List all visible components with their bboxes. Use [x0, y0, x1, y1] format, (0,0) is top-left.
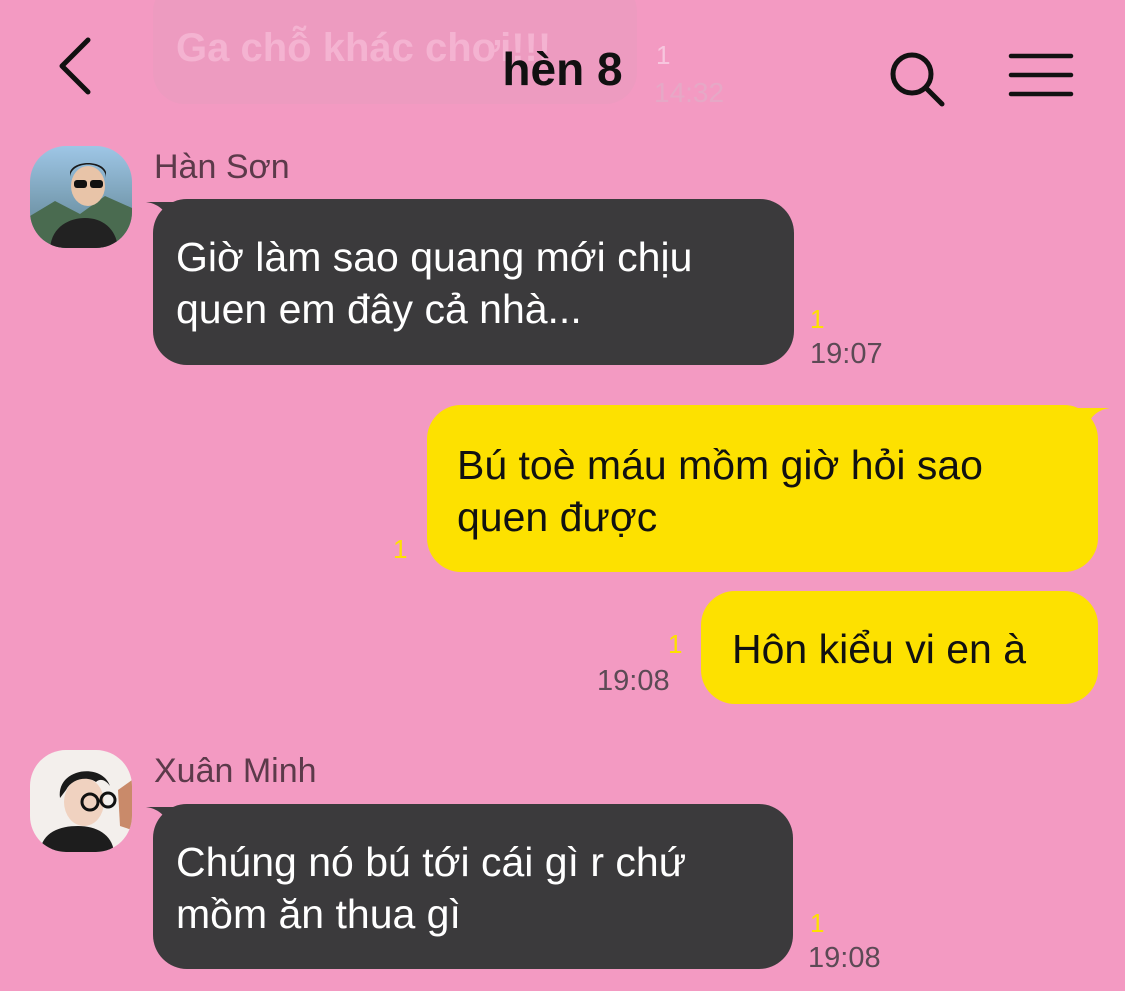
message-line: quen em đây cả nhà... [176, 286, 582, 332]
message-line: Giờ làm sao quang mới chịu [176, 234, 693, 280]
read-count: 1 [393, 534, 408, 564]
message-bubble[interactable]: Chúng nó bú tới cái gì r chứ mồm ăn thua… [153, 804, 793, 969]
message-line: Bú toè máu mồm giờ hỏi sao [457, 442, 983, 488]
message-bubble[interactable]: Bú toè máu mồm giờ hỏi sao quen được [427, 405, 1098, 572]
avatar-han-son[interactable] [30, 146, 132, 248]
message-bubble[interactable]: Hôn kiểu vi en à [701, 591, 1098, 704]
sender-name: Hàn Sơn [154, 148, 290, 186]
search-icon [890, 52, 945, 107]
sender-name: Xuân Minh [154, 752, 317, 790]
read-count: 1 [810, 304, 825, 334]
message-bubble[interactable]: Giờ làm sao quang mới chịu quen em đây c… [153, 199, 794, 365]
avatar-image [30, 750, 132, 852]
search-button[interactable] [886, 48, 948, 110]
menu-button[interactable] [1008, 48, 1074, 102]
message-line: mồm ăn thua gì [176, 891, 461, 937]
message-line: Chúng nó bú tới cái gì r chứ [176, 839, 687, 885]
message-time: 19:08 [808, 942, 881, 974]
message-time: 19:08 [597, 665, 670, 697]
message-line: quen được [457, 494, 658, 540]
chat-title: hèn 8 [502, 43, 623, 95]
hamburger-menu-icon [1008, 53, 1074, 97]
read-count: 1 [668, 629, 683, 659]
message-time: 19:07 [810, 338, 883, 370]
message-line: Hôn kiểu vi en à [732, 626, 1027, 672]
read-count: 1 [810, 908, 825, 938]
avatar-image [30, 146, 132, 248]
avatar-xuan-minh[interactable] [30, 750, 132, 852]
